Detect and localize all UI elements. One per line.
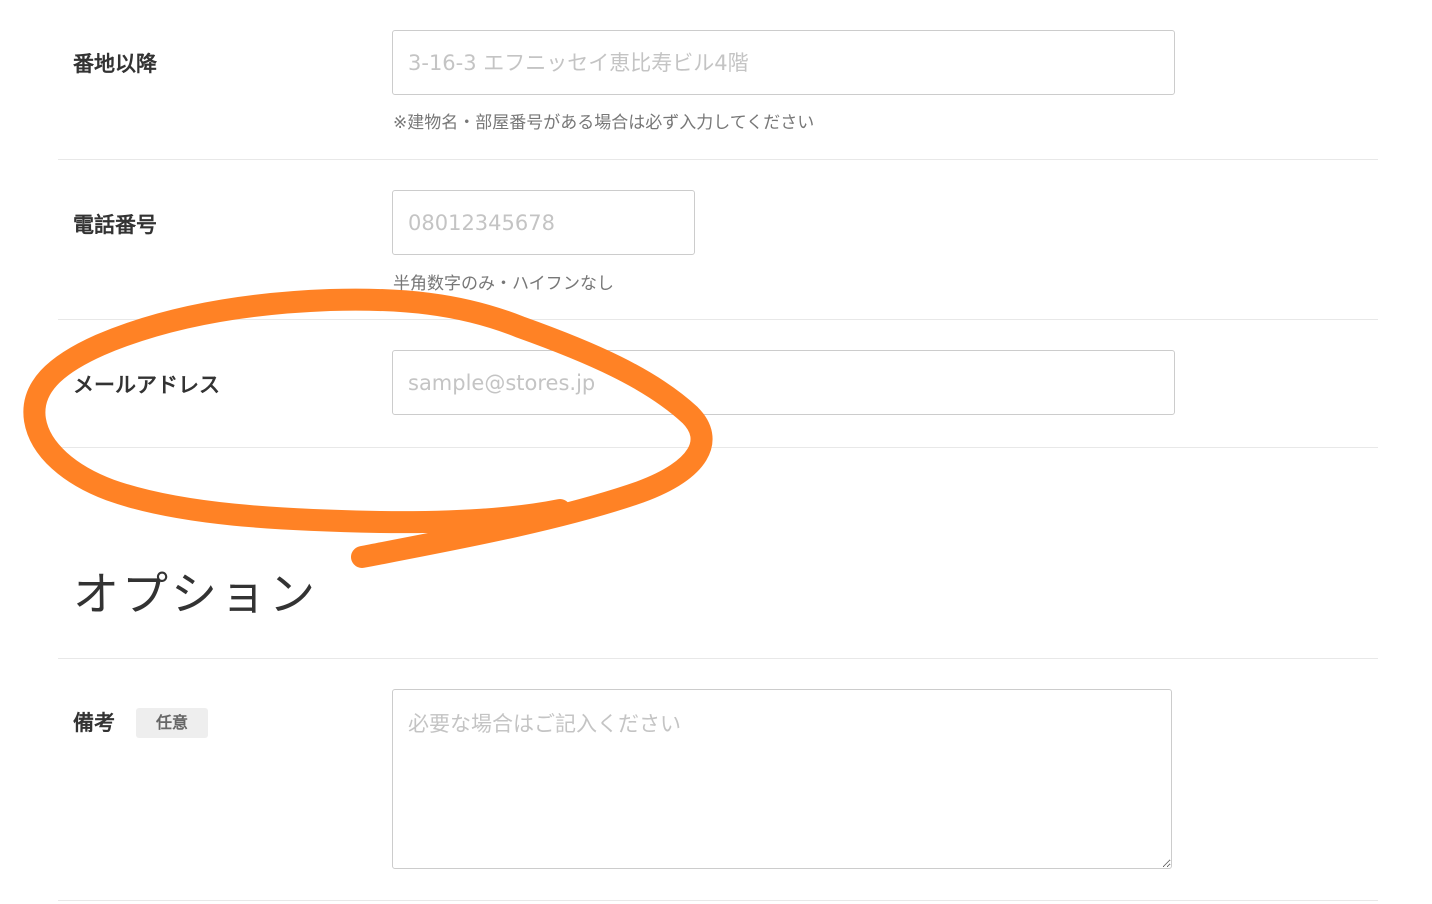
section-divider — [58, 658, 1378, 659]
phone-label: 電話番号 — [73, 213, 157, 237]
address-detail-label: 番地以降 — [73, 52, 157, 76]
options-section-title: オプション — [73, 567, 318, 621]
address-detail-input[interactable] — [392, 30, 1175, 95]
phone-input[interactable] — [392, 190, 695, 255]
address-detail-hint: ※建物名・部屋番号がある場合は必ず入力してください — [393, 113, 815, 133]
email-input[interactable] — [392, 350, 1175, 415]
row-divider — [58, 159, 1378, 160]
phone-hint: 半角数字のみ・ハイフンなし — [393, 274, 614, 294]
remarks-label: 備考 — [73, 711, 115, 735]
remarks-textarea[interactable] — [392, 689, 1172, 869]
row-divider — [58, 900, 1378, 901]
row-divider — [58, 447, 1378, 448]
row-divider — [58, 319, 1378, 320]
email-label: メールアドレス — [73, 373, 220, 397]
optional-badge: 任意 — [136, 708, 208, 738]
